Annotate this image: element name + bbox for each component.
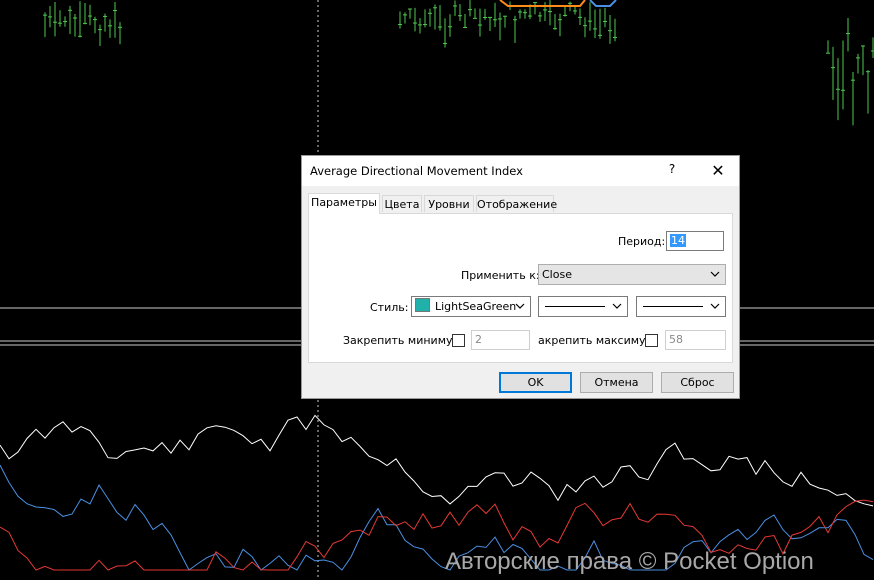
tab-levels[interactable]: Уровни bbox=[424, 195, 474, 212]
color-select[interactable]: LightSeaGreen bbox=[411, 296, 531, 317]
apply-to-value: Close bbox=[542, 268, 572, 281]
chevron-down-icon bbox=[612, 303, 622, 309]
fix-min-label: Закрепить минимум bbox=[343, 334, 461, 347]
tab-parameters[interactable]: Параметры bbox=[308, 193, 380, 214]
adx-settings-dialog: Average Directional Movement Index ? ✕ П… bbox=[301, 155, 740, 399]
fix-max-checkbox[interactable] bbox=[645, 334, 658, 347]
fix-max-input[interactable]: 58 bbox=[665, 330, 726, 350]
color-swatch bbox=[415, 298, 430, 312]
chevron-down-icon bbox=[710, 303, 720, 309]
cancel-button[interactable]: Отмена bbox=[580, 372, 653, 393]
line-width-preview bbox=[643, 306, 703, 307]
line-style-preview bbox=[545, 306, 605, 307]
line-width-select[interactable] bbox=[636, 296, 726, 317]
fix-min-checkbox[interactable] bbox=[452, 334, 465, 347]
fix-min-input[interactable]: 2 bbox=[471, 330, 530, 350]
help-button[interactable]: ? bbox=[662, 162, 682, 180]
fix-max-label: акрепить максимум bbox=[538, 334, 654, 347]
reset-button[interactable]: Сброс bbox=[661, 372, 734, 393]
period-label: Период: bbox=[618, 235, 666, 248]
period-input[interactable]: 14 bbox=[666, 231, 724, 251]
style-label: Стиль: bbox=[370, 301, 409, 314]
ok-button[interactable]: OK bbox=[499, 372, 572, 393]
tab-display[interactable]: Отображение bbox=[476, 195, 557, 212]
period-value: 14 bbox=[670, 234, 686, 247]
copyright-watermark: Авторские права © Pocket Option bbox=[445, 548, 814, 575]
chevron-down-icon bbox=[515, 303, 525, 309]
parameters-panel: Период: 14 Применить к: Close Стиль: Lig… bbox=[308, 213, 733, 363]
dialog-title: Average Directional Movement Index bbox=[310, 164, 523, 178]
close-icon[interactable]: ✕ bbox=[707, 160, 729, 182]
color-name: LightSeaGreen bbox=[435, 300, 517, 313]
tab-colors[interactable]: Цвета bbox=[382, 195, 422, 212]
line-style-select[interactable] bbox=[538, 296, 628, 317]
blue-box bbox=[589, 0, 617, 7]
adx-line bbox=[0, 414, 874, 507]
dialog-titlebar: Average Directional Movement Index ? ✕ bbox=[302, 156, 739, 186]
apply-to-label: Применить к: bbox=[461, 269, 540, 282]
chevron-down-icon bbox=[710, 271, 720, 277]
orange-box bbox=[499, 0, 586, 7]
candles-group bbox=[43, 0, 874, 126]
apply-to-select[interactable]: Close bbox=[538, 264, 726, 285]
